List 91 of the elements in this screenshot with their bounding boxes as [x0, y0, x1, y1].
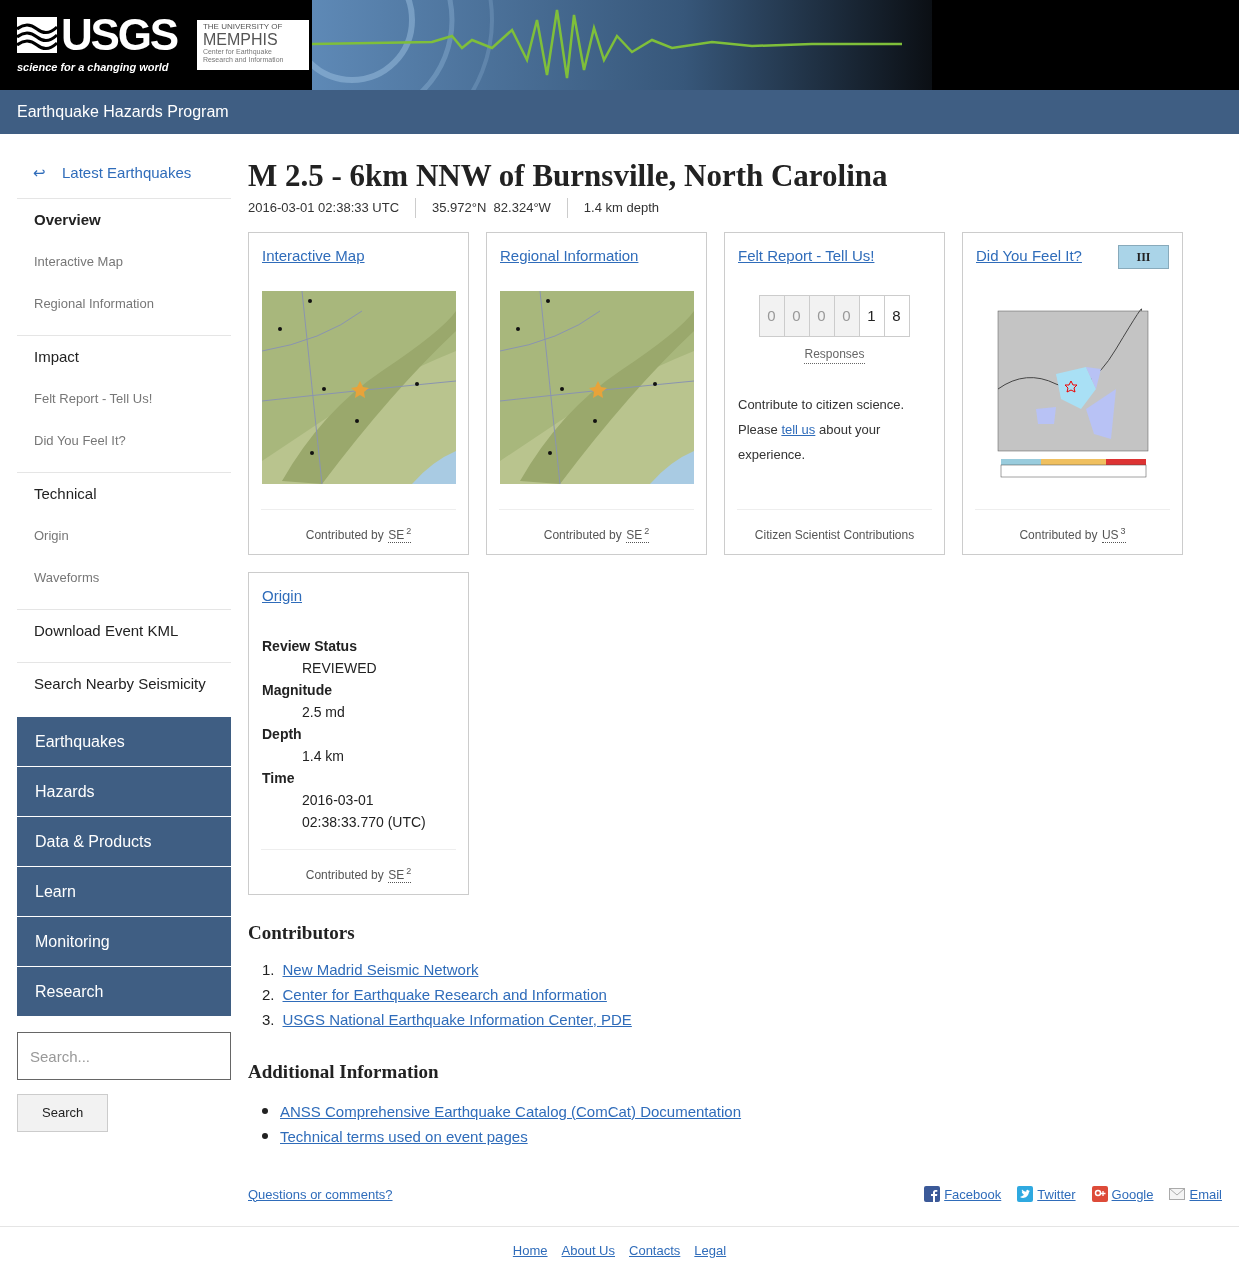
- counter-digit: 1: [858, 295, 885, 337]
- contributor-link[interactable]: Center for Earthquake Research and Information: [282, 982, 607, 1007]
- intensity-badge: III: [1118, 244, 1169, 269]
- section-heading: Contributors: [248, 920, 356, 945]
- nav-heading[interactable]: Overview: [17, 209, 231, 231]
- responses-label: Responses: [804, 345, 865, 364]
- logo-text: MEMPHIS: [202, 31, 279, 48]
- contributor-code: US $^{3}$: [1101, 527, 1126, 543]
- list-number: 3.: [262, 1010, 275, 1030]
- footer-link[interactable]: Home: [512, 1241, 548, 1261]
- footer-link[interactable]: About Us: [561, 1241, 615, 1261]
- site-nav-link[interactable]: Learn: [17, 867, 231, 916]
- logo-wordmark: USGS: [61, 14, 177, 55]
- bullet-icon: [262, 1108, 268, 1114]
- counter-digit: 0: [808, 295, 835, 337]
- back-link[interactable]: ↩ Latest Earthquakes: [17, 158, 231, 188]
- card-title-link[interactable]: Did You Feel It?: [976, 244, 1082, 267]
- search-button[interactable]: Search: [17, 1094, 109, 1132]
- site-nav-link[interactable]: Monitoring: [17, 917, 231, 966]
- field-value: 1.4 km: [301, 747, 345, 766]
- site-nav-link[interactable]: Research: [17, 967, 231, 1016]
- description-text: experience.: [738, 446, 807, 464]
- footer-link[interactable]: Legal: [694, 1241, 727, 1261]
- feedback-link[interactable]: Questions or comments?: [248, 1184, 393, 1204]
- google-plus-icon: [1091, 1186, 1108, 1203]
- tell-us-link[interactable]: tell us: [781, 422, 816, 437]
- counter-digit: 8: [883, 295, 910, 337]
- nav-item[interactable]: Origin: [17, 525, 231, 547]
- contributor-text: Contributed by: [305, 527, 384, 542]
- share-link[interactable]: Email: [1169, 1184, 1222, 1204]
- contributor-code: SE $^{2}$: [388, 527, 412, 543]
- card-title-link[interactable]: Regional Information: [500, 244, 639, 267]
- description-text: Contribute to citizen science.: [738, 396, 906, 414]
- info-link[interactable]: ANSS Comprehensive Earthquake Catalog (ComCat) Documentation: [280, 1098, 742, 1124]
- field-label: Time: [262, 769, 296, 788]
- logo-tagline: science for a changing world: [17, 59, 170, 75]
- info-link[interactable]: Technical terms used on event pages: [280, 1123, 528, 1149]
- nav-heading[interactable]: Technical: [17, 483, 231, 505]
- nav-item[interactable]: Felt Report - Tell Us!: [17, 388, 231, 410]
- envelope-icon: [1169, 1186, 1186, 1203]
- field-value: 2016-03-01: [301, 791, 375, 810]
- description-text: Please tell us about your: [738, 421, 882, 439]
- field-value: 2.5 md: [301, 703, 346, 722]
- card-title-link[interactable]: Origin: [262, 584, 302, 607]
- nav-item[interactable]: Regional Information: [17, 293, 231, 315]
- site-nav-link[interactable]: Hazards: [17, 767, 231, 816]
- facebook-icon: [924, 1186, 941, 1203]
- program-title: Earthquake Hazards Program: [17, 102, 229, 122]
- bullet-icon: [262, 1133, 268, 1139]
- event-title: M 2.5 - 6km NNW of Burnsville, North Carolina: [248, 158, 889, 194]
- counter-digit: 0: [833, 295, 860, 337]
- counter-digit: 0: [758, 295, 785, 337]
- nav-heading[interactable]: Search Nearby Seismicity: [17, 673, 231, 695]
- contributor-link[interactable]: USGS National Earthquake Information Center, PDE: [282, 1007, 632, 1032]
- site-nav-link[interactable]: Earthquakes: [17, 717, 231, 766]
- twitter-icon: [1017, 1186, 1034, 1203]
- contributor-link[interactable]: New Madrid Seismic Network: [282, 957, 479, 982]
- share-link[interactable]: Google: [1091, 1184, 1154, 1204]
- field-label: Magnitude: [262, 681, 333, 700]
- contributor-text: Contributed by: [1019, 527, 1098, 542]
- event-location: 35.972°N 82.324°W: [415, 198, 567, 218]
- event-depth: 1.4 km depth: [566, 198, 675, 218]
- card-title-link[interactable]: Interactive Map: [262, 244, 365, 267]
- nav-heading[interactable]: Download Event KML: [17, 620, 231, 642]
- contributor-code: SE $^{2}$: [388, 867, 412, 883]
- wave-logo-icon: [17, 16, 57, 53]
- contributor-text: Contributed by: [305, 867, 384, 882]
- counter-digit: 0: [783, 295, 810, 337]
- list-number: 1.: [262, 960, 275, 980]
- nav-item[interactable]: Interactive Map: [17, 251, 231, 273]
- contributor-code: SE $^{2}$: [626, 527, 650, 543]
- logo-text: THE UNIVERSITY OF: [202, 22, 284, 31]
- field-value: REVIEWED: [301, 659, 378, 678]
- footer-link[interactable]: Contacts: [629, 1241, 681, 1261]
- share-link[interactable]: Twitter: [1017, 1184, 1076, 1204]
- return-arrow-icon: ↩: [33, 161, 46, 185]
- nav-item[interactable]: Waveforms: [17, 567, 231, 589]
- card-title-link[interactable]: Felt Report - Tell Us!: [738, 244, 875, 267]
- footer-text: Citizen Scientist Contributions: [754, 527, 915, 542]
- nav-item[interactable]: Did You Feel It?: [17, 430, 231, 452]
- section-heading: Additional Information: [248, 1060, 440, 1084]
- field-label: Review Status: [262, 637, 358, 656]
- site-nav-link[interactable]: Data & Products: [17, 817, 231, 866]
- event-time: 2016-03-01 02:38:33 UTC: [248, 199, 401, 217]
- field-value: 02:38:33.770 (UTC): [301, 813, 427, 832]
- contributor-text: Contributed by: [543, 527, 622, 542]
- nav-heading[interactable]: Impact: [17, 346, 231, 368]
- share-link[interactable]: Facebook: [924, 1184, 1002, 1204]
- search-field[interactable]: Search...: [17, 1032, 231, 1080]
- list-number: 2.: [262, 985, 275, 1005]
- field-label: Depth: [262, 725, 303, 744]
